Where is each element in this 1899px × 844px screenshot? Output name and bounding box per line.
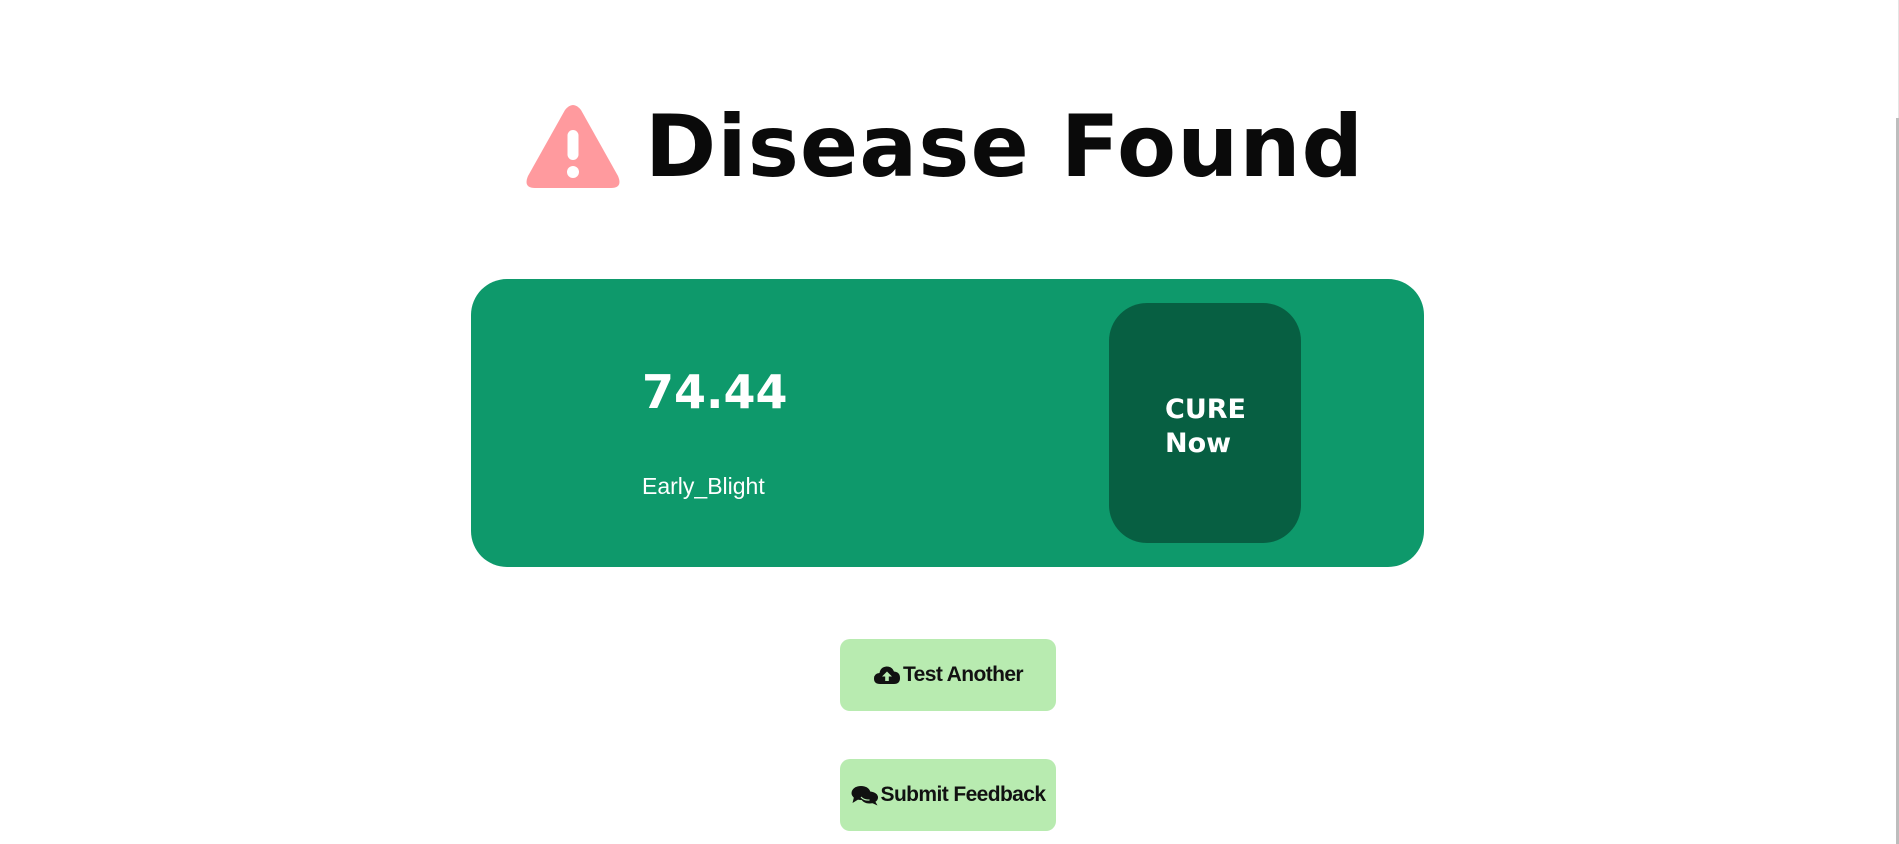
comments-icon (851, 786, 878, 806)
warning-triangle-icon (526, 105, 620, 188)
result-card: 74.44 Early_Blight CURE Now (471, 279, 1424, 567)
confidence-score: 74.44 (642, 365, 788, 419)
cure-now-label-line1: CURE (1165, 394, 1246, 425)
page: Disease Found 74.44 Early_Blight CURE No… (0, 0, 1899, 844)
page-title: Disease Found (644, 97, 1365, 197)
cure-now-label-line2: Now (1165, 428, 1232, 459)
cloud-upload-icon (874, 666, 900, 684)
submit-feedback-label: Submit Feedback (880, 783, 1046, 806)
test-another-label: Test Another (903, 663, 1024, 686)
cure-now-label: CURE Now (1165, 393, 1285, 461)
submit-feedback-button[interactable]: Submit Feedback (840, 759, 1056, 831)
test-another-button[interactable]: Test Another (840, 639, 1056, 711)
page-header: Disease Found (0, 104, 1894, 190)
disease-name: Early_Blight (642, 473, 765, 499)
cure-now-button[interactable]: CURE Now (1109, 303, 1301, 543)
